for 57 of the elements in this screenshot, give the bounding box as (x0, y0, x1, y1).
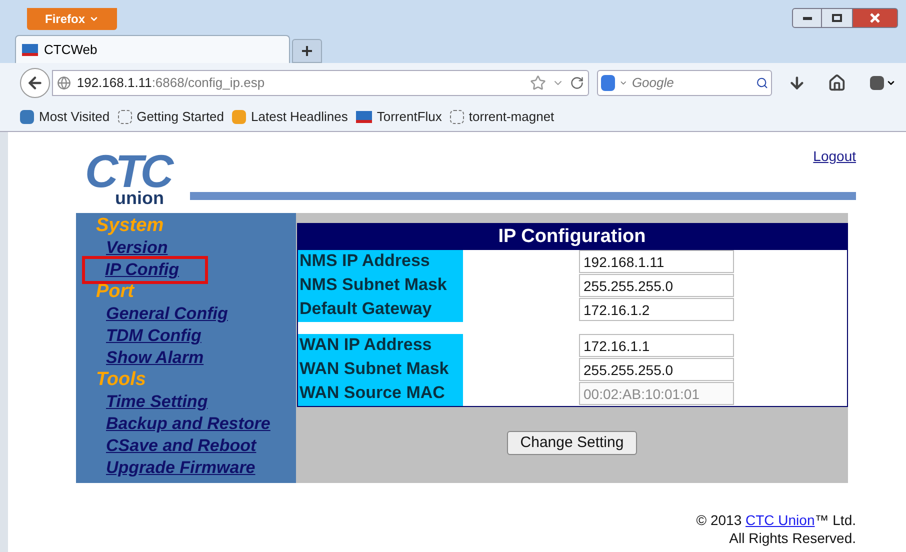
close-icon (870, 13, 880, 23)
change-setting-button[interactable]: Change Setting (507, 431, 637, 455)
caret-icon (89, 14, 99, 24)
bookmark-link[interactable]: Latest Headlines (232, 106, 348, 126)
field-label: WAN Subnet Mask (298, 358, 450, 380)
sidebar-link[interactable]: TDM Config (106, 325, 204, 347)
minimize-button[interactable] (792, 8, 822, 28)
new-tab-button[interactable] (292, 39, 322, 63)
field-label: WAN Source MAC (298, 382, 446, 404)
home-icon[interactable] (828, 74, 846, 92)
feed-icon (232, 110, 246, 124)
company-logo: CTC union (85, 152, 173, 206)
bookmark-link[interactable]: TorrentFlux (356, 106, 442, 126)
back-button[interactable] (20, 68, 50, 98)
bookmark-link[interactable]: torrent-magnet (450, 106, 554, 126)
browser-tab[interactable]: CTCWeb (15, 35, 290, 63)
field-label: NMS Subnet Mask (298, 274, 448, 296)
table-title: IP Configuration (298, 224, 846, 250)
address-field[interactable]: 192.168.1.11:6868/config_ip.esp (52, 70, 590, 96)
sidebar-link[interactable]: Show Alarm (106, 347, 207, 369)
bookmark-star-icon[interactable] (530, 74, 546, 90)
text-input[interactable]: 255.255.255.0 (578, 358, 734, 381)
sidebar-section-title: Port (96, 281, 136, 303)
sidebar-link[interactable]: Backup and Restore (106, 413, 274, 435)
globe-icon (56, 76, 71, 90)
sidebar-link[interactable]: IP Config (82, 256, 208, 284)
text-input[interactable]: 192.168.1.11 (578, 250, 734, 273)
sidebar-link[interactable]: Version (106, 237, 171, 259)
field-label: WAN IP Address (298, 334, 433, 356)
maximize-button[interactable] (822, 8, 852, 28)
company-link[interactable]: CTC Union (746, 512, 815, 528)
search-field[interactable]: Google (597, 70, 772, 96)
text-input[interactable]: 172.16.1.2 (578, 298, 734, 321)
search-bookmark-icon (20, 110, 34, 124)
search-icon[interactable] (756, 76, 768, 90)
text-input[interactable]: 255.255.255.0 (578, 274, 734, 297)
blank-page-icon (450, 110, 464, 124)
sidebar-section-title: System (96, 215, 165, 237)
blank-page-icon (118, 110, 132, 124)
reload-icon[interactable] (570, 76, 584, 90)
field-label: NMS IP Address (298, 250, 431, 272)
bookmarks-menu-icon[interactable] (870, 74, 896, 90)
url-text: 192.168.1.11:6868/config_ip.esp (76, 74, 266, 92)
logout-link[interactable]: Logout (813, 146, 856, 167)
bookmark-link[interactable]: Getting Started (118, 106, 224, 126)
field-label: Default Gateway (298, 298, 433, 320)
plus-icon (301, 45, 313, 57)
sidebar-link[interactable]: General Config (106, 303, 231, 325)
copyright-text: © 2013 CTC Union™ Ltd. (696, 511, 856, 529)
sidebar-link[interactable]: Upgrade Firmware (106, 457, 258, 479)
sidebar-link[interactable]: Time Setting (106, 391, 211, 413)
sidebar-link[interactable]: CSave and Reboot (106, 435, 260, 457)
rights-text: All Rights Reserved. (729, 529, 856, 547)
sidebar-section-title: Tools (96, 369, 147, 391)
bookmark-link[interactable]: Most Visited (20, 106, 110, 126)
close-button[interactable] (852, 8, 898, 28)
text-input[interactable]: 172.16.1.1 (578, 334, 734, 357)
